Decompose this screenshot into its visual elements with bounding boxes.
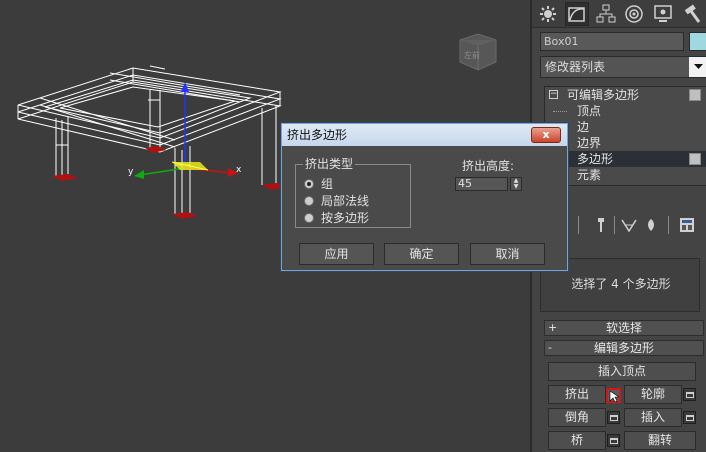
extrusion-height-label: 挤出高度: bbox=[462, 159, 515, 173]
extrusion-type-group: 挤出类型 组 局部法线 按多边形 bbox=[295, 157, 411, 228]
display-monitor-icon bbox=[654, 4, 672, 22]
dialog-close-button[interactable]: x bbox=[531, 127, 561, 143]
extrusion-height-input[interactable]: 45 bbox=[455, 177, 508, 191]
axis-x-label: x bbox=[236, 165, 242, 175]
outline-button[interactable]: 轮廓 bbox=[624, 385, 682, 404]
viewcube-label: 左前 bbox=[464, 50, 480, 60]
extrude-settings-button[interactable] bbox=[606, 388, 621, 403]
expand-icon: + bbox=[548, 321, 558, 334]
axis-y-label: y bbox=[128, 167, 134, 177]
inset-settings-button[interactable] bbox=[683, 411, 696, 424]
flip-button[interactable]: 翻转 bbox=[624, 431, 696, 450]
stack-item-editable-poly[interactable]: − 可编辑多边形 bbox=[545, 87, 706, 103]
utilities-tab[interactable] bbox=[679, 2, 704, 26]
stack-subobject-label: 多边形 bbox=[577, 152, 614, 166]
insert-vertex-button[interactable]: 插入顶点 bbox=[548, 362, 696, 381]
chevron-down-icon bbox=[689, 57, 706, 77]
apply-button[interactable]: 应用 bbox=[299, 243, 374, 265]
outline-settings-button[interactable] bbox=[683, 388, 696, 401]
object-name-field[interactable]: Box01 bbox=[540, 32, 684, 51]
stack-subobject-label: 顶点 bbox=[577, 104, 602, 118]
cancel-button[interactable]: 取消 bbox=[470, 243, 545, 265]
modify-tab[interactable] bbox=[564, 1, 590, 26]
extrude-button[interactable]: 挤出 bbox=[548, 385, 606, 404]
create-tab[interactable] bbox=[536, 2, 561, 26]
modifier-list-label: 修改器列表 bbox=[545, 60, 606, 74]
dialog-body: 挤出类型 组 局部法线 按多边形 挤出高度: 45 ▲ ▼ 应用 确定 取消 bbox=[282, 146, 567, 270]
radio-selected-icon bbox=[304, 179, 314, 189]
collapse-icon[interactable]: − bbox=[549, 90, 558, 99]
soft-selection-rollout[interactable]: + 软选择 bbox=[544, 320, 704, 336]
stack-subobject-vertex[interactable]: 顶点 bbox=[545, 103, 706, 119]
settings-window-icon bbox=[609, 437, 618, 444]
stack-item-label: 可编辑多边形 bbox=[567, 88, 640, 102]
modify-curve-icon bbox=[568, 6, 585, 22]
option-by-polygon-radio[interactable]: 按多边形 bbox=[304, 211, 369, 225]
viewcube[interactable]: 左前 bbox=[459, 33, 497, 71]
stack-subobject-element[interactable]: 元素 bbox=[545, 167, 706, 183]
motion-tab[interactable] bbox=[622, 2, 647, 26]
stack-subobject-polygon[interactable]: 多边形 bbox=[545, 151, 706, 167]
bridge-settings-button[interactable] bbox=[607, 434, 620, 447]
settings-window-icon bbox=[609, 414, 618, 421]
show-end-result-icon[interactable] bbox=[620, 216, 638, 234]
option-group-radio[interactable]: 组 bbox=[304, 177, 333, 191]
stack-toolbar bbox=[544, 212, 706, 240]
extrusion-height-spinner[interactable]: ▲ ▼ bbox=[510, 177, 522, 191]
stack-subobject-label: 边界 bbox=[577, 136, 602, 150]
display-tab[interactable] bbox=[651, 2, 676, 26]
motion-icon bbox=[625, 4, 644, 23]
configure-modifier-sets-icon[interactable] bbox=[678, 216, 696, 234]
make-unique-icon[interactable] bbox=[642, 216, 660, 234]
object-color-swatch[interactable] bbox=[689, 32, 706, 51]
collapse-icon: - bbox=[548, 341, 552, 354]
stack-subobject-label: 元素 bbox=[577, 168, 602, 182]
modifier-list-dropdown[interactable]: 修改器列表 bbox=[540, 56, 706, 78]
settings-window-icon bbox=[685, 414, 694, 421]
create-sun-icon bbox=[540, 5, 557, 22]
option-local-normal-radio[interactable]: 局部法线 bbox=[304, 194, 369, 208]
hierarchy-icon bbox=[596, 4, 616, 22]
subobject-toggle[interactable] bbox=[689, 153, 701, 165]
bevel-settings-button[interactable] bbox=[607, 411, 620, 424]
dialog-title-bar[interactable]: 挤出多边形 bbox=[282, 124, 567, 146]
inset-button[interactable]: 插入 bbox=[624, 408, 682, 427]
utilities-hammer-icon bbox=[684, 3, 700, 23]
pin-stack-icon[interactable] bbox=[592, 216, 610, 234]
selection-info-text: 选择了 4 个多边形 bbox=[571, 277, 671, 291]
command-panel-tabs bbox=[532, 0, 706, 28]
hierarchy-tab[interactable] bbox=[593, 2, 618, 26]
spinner-down-icon[interactable]: ▼ bbox=[511, 184, 521, 190]
stack-subobject-label: 边 bbox=[577, 120, 590, 134]
extrusion-type-label: 挤出类型 bbox=[303, 157, 356, 171]
edit-polygons-rollout[interactable]: - 编辑多边形 bbox=[544, 340, 704, 356]
bevel-button[interactable]: 倒角 bbox=[548, 408, 606, 427]
stack-subobject-edge[interactable]: 边 bbox=[545, 119, 706, 135]
cursor-arrow-icon bbox=[609, 389, 619, 402]
radio-icon bbox=[304, 196, 314, 206]
stack-item-toggle[interactable] bbox=[689, 89, 701, 101]
modifier-stack: − 可编辑多边形 顶点 边 边界 多边形 元素 bbox=[544, 86, 706, 186]
bridge-button[interactable]: 桥 bbox=[548, 431, 606, 450]
rollout-label: 编辑多边形 bbox=[593, 341, 654, 355]
ok-button[interactable]: 确定 bbox=[384, 243, 459, 265]
settings-window-icon bbox=[685, 391, 694, 398]
dialog-title: 挤出多边形 bbox=[287, 128, 348, 142]
rollout-label: 软选择 bbox=[605, 321, 642, 335]
extrude-polygons-dialog: 挤出多边形 x 挤出类型 组 局部法线 按多边形 挤出高度: 45 ▲ ▼ 应用… bbox=[281, 123, 568, 271]
radio-icon bbox=[304, 213, 314, 223]
stack-subobject-border[interactable]: 边界 bbox=[545, 135, 706, 151]
